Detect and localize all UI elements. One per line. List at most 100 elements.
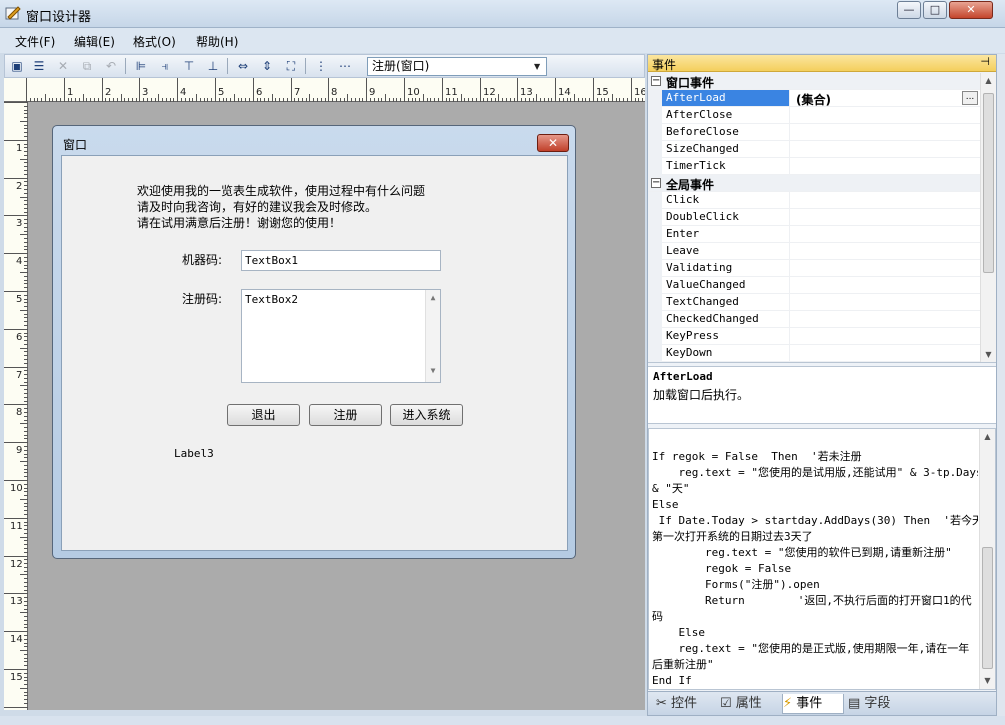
- grid-icon[interactable]: ☰: [31, 58, 47, 74]
- tab-events[interactable]: ⚡ 事件: [782, 694, 844, 714]
- code-line: regok = False: [652, 562, 792, 575]
- event-row[interactable]: Leave: [648, 243, 980, 260]
- same-size-icon[interactable]: ⛶: [283, 58, 299, 74]
- ruler-tick: [24, 302, 28, 303]
- delete-icon[interactable]: ✕: [55, 58, 71, 74]
- tab-label: 事件: [796, 696, 823, 711]
- grid-scrollbar[interactable]: ▲ ▼: [980, 73, 996, 362]
- category-global-events[interactable]: − 全局事件: [648, 175, 980, 192]
- ruler-tick: [24, 586, 28, 587]
- ruler-tick: [158, 94, 159, 102]
- welcome-label[interactable]: 欢迎使用我的一览表生成软件，使用过程中有什么问题 请及时向我咨询，有好的建议我会…: [137, 183, 425, 231]
- ruler-label: 3: [142, 87, 149, 98]
- event-grid[interactable]: − 窗口事件 AfterLoad (集合)... AfterClose BeforeCl…: [648, 73, 996, 363]
- register-button[interactable]: 注册: [309, 404, 382, 426]
- machine-code-label[interactable]: 机器码:: [182, 251, 222, 268]
- tab-properties[interactable]: ☑ 属性: [720, 694, 782, 714]
- event-row[interactable]: CheckedChanged: [648, 311, 980, 328]
- undo-icon[interactable]: ↶: [103, 58, 119, 74]
- minimize-button[interactable]: —: [897, 1, 921, 19]
- exit-button[interactable]: 退出: [227, 404, 300, 426]
- event-row[interactable]: KeyDown: [648, 345, 980, 362]
- ruler-tick: [400, 98, 401, 102]
- ruler-tick: [24, 128, 28, 129]
- event-row[interactable]: SizeChanged: [648, 141, 980, 158]
- reg-code-textbox[interactable]: TextBox2 ▲ ▼: [241, 289, 441, 383]
- event-row[interactable]: Click: [648, 192, 980, 209]
- event-row[interactable]: TimerTick: [648, 158, 980, 175]
- ruler-tick: [24, 529, 28, 530]
- ruler-label: 11: [445, 87, 458, 98]
- menu-file[interactable]: 文件(F): [15, 33, 55, 50]
- ruler-tick: [24, 488, 28, 489]
- ruler-tick: [192, 98, 193, 102]
- designer-form-window[interactable]: 窗口 ✕ 欢迎使用我的一览表生成软件，使用过程中有什么问题 请及时向我咨询，有好…: [52, 125, 576, 559]
- event-row[interactable]: ValueChanged: [648, 277, 980, 294]
- ruler-label: 9: [16, 445, 23, 456]
- ruler-tick: [24, 427, 28, 428]
- ruler-tick: [24, 317, 28, 318]
- event-value[interactable]: (集合): [796, 91, 831, 108]
- align-bottom-icon[interactable]: ⊥: [205, 58, 221, 74]
- ruler-tick: [268, 98, 269, 102]
- code-text[interactable]: If regok = False Then '若未注册 reg.text = "…: [652, 449, 978, 689]
- code-scrollbar[interactable]: ▲ ▼: [979, 429, 995, 689]
- close-button[interactable]: ✕: [949, 1, 993, 19]
- collapse-icon[interactable]: −: [651, 178, 661, 188]
- event-row[interactable]: TextChanged: [648, 294, 980, 311]
- event-row[interactable]: BeforeClose: [648, 124, 980, 141]
- event-row[interactable]: Enter: [648, 226, 980, 243]
- ruler-tick: [24, 155, 28, 156]
- menu-format[interactable]: 格式(O): [133, 33, 176, 50]
- event-row[interactable]: AfterLoad (集合)...: [648, 90, 980, 107]
- menu-edit[interactable]: 编辑(E): [74, 33, 115, 50]
- code-editor[interactable]: If regok = False Then '若未注册 reg.text = "…: [648, 428, 996, 690]
- form-client-area[interactable]: 欢迎使用我的一览表生成软件，使用过程中有什么问题 请及时向我咨询，有好的建议我会…: [61, 155, 568, 551]
- event-row[interactable]: AfterClose: [648, 107, 980, 124]
- ruler-tick: [207, 98, 208, 102]
- ruler-tick: [457, 98, 458, 102]
- ruler-tick: [495, 98, 496, 102]
- ruler-label: 10: [10, 483, 23, 494]
- textbox-scrollbar[interactable]: ▲ ▼: [425, 290, 440, 382]
- ruler-tick: [362, 98, 363, 102]
- vertical-spacing-icon[interactable]: ⋮: [313, 58, 329, 74]
- form-close-button[interactable]: ✕: [537, 134, 569, 152]
- event-row[interactable]: DoubleClick: [648, 209, 980, 226]
- event-row[interactable]: Validating: [648, 260, 980, 277]
- same-width-icon[interactable]: ⇔: [235, 58, 251, 74]
- event-name: TextChanged: [666, 295, 739, 308]
- menu-help[interactable]: 帮助(H): [196, 33, 238, 50]
- align-top-icon[interactable]: ⊤: [181, 58, 197, 74]
- label3[interactable]: Label3: [174, 447, 214, 460]
- ruler-tick: [381, 98, 382, 102]
- collapse-icon[interactable]: −: [651, 76, 661, 86]
- event-row[interactable]: KeyPress: [648, 328, 980, 345]
- category-window-events[interactable]: − 窗口事件: [648, 73, 980, 90]
- reg-code-label[interactable]: 注册码:: [182, 290, 222, 307]
- ruler-tick: [616, 98, 617, 102]
- copy-icon[interactable]: ⧉: [79, 58, 95, 74]
- enter-system-button[interactable]: 进入系统: [390, 404, 463, 426]
- align-right-icon[interactable]: ⫣: [157, 58, 173, 74]
- ruler-tick: [24, 654, 28, 655]
- ruler-label: 9: [369, 87, 376, 98]
- design-canvas[interactable]: 1 2 3 4 5 6 7 8 9 10 11 12 13 14 15 16 1 2 3 4 5 6 7 8 9 10 11 12 1…: [4, 78, 645, 710]
- align-left-icon[interactable]: ⊫: [133, 58, 149, 74]
- pin-icon[interactable]: ⊣: [980, 55, 990, 68]
- maximize-button[interactable]: □: [923, 1, 947, 19]
- ruler-tick: [24, 408, 28, 409]
- ruler-label: 15: [596, 87, 609, 98]
- object-select[interactable]: 注册(窗口) ▼: [367, 57, 547, 76]
- ellipsis-button[interactable]: ...: [962, 91, 978, 105]
- save-icon[interactable]: ▣: [9, 58, 25, 74]
- machine-code-textbox[interactable]: TextBox1: [241, 250, 441, 271]
- ruler-tick: [24, 223, 28, 224]
- tab-fields[interactable]: ▤ 字段: [848, 694, 910, 714]
- horizontal-spacing-icon[interactable]: ⋯: [337, 58, 353, 74]
- tab-controls[interactable]: ✂ 控件: [656, 694, 718, 714]
- ruler-tick: [294, 98, 295, 102]
- title-bar: 窗口设计器 — □ ✕: [0, 0, 1005, 28]
- same-height-icon[interactable]: ⇕: [259, 58, 275, 74]
- ruler-tick: [24, 703, 28, 704]
